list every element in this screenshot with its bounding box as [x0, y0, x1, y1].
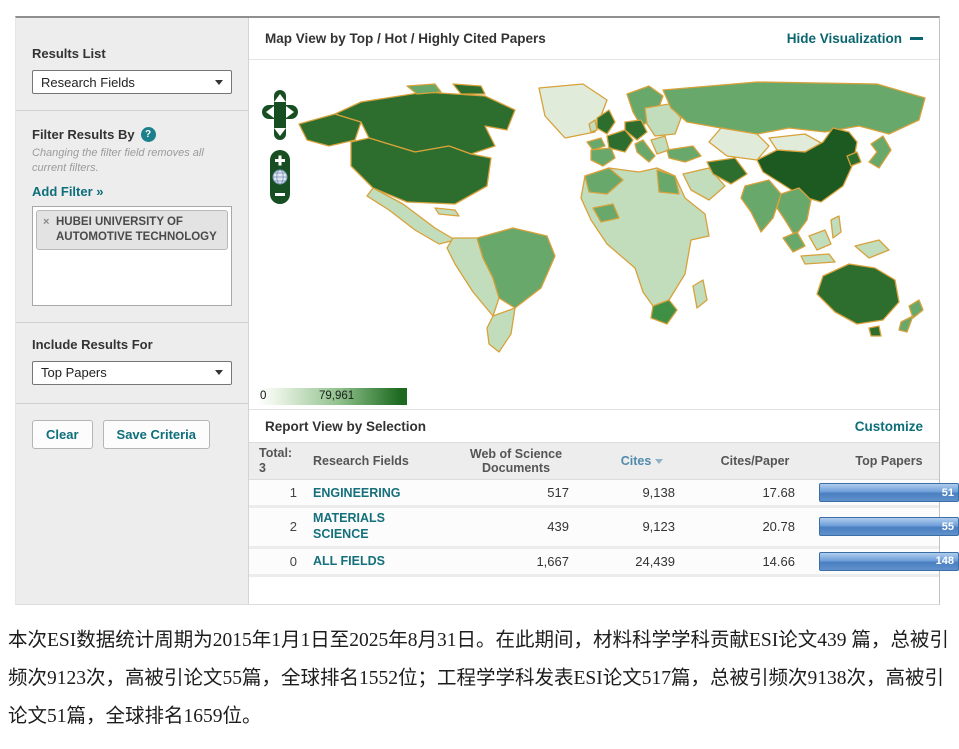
row-cites: 9,138: [593, 485, 691, 500]
filter-note: Changing the filter field removes all cu…: [32, 146, 232, 176]
top-papers-value: 148: [936, 555, 954, 567]
map-zoom-control[interactable]: [270, 150, 290, 204]
include-results-section: Include Results For Top Papers: [16, 323, 248, 404]
research-field-link[interactable]: ALL FIELDS: [313, 554, 385, 570]
row-rank: 1: [259, 485, 305, 500]
filter-tag-label: HUBEI UNIVERSITY OF AUTOMOTIVE TECHNOLOG…: [56, 216, 217, 243]
chevron-down-icon: [215, 370, 223, 375]
chevron-down-icon: [215, 80, 223, 85]
legend-min-value: 0: [260, 390, 266, 402]
row-docs: 1,667: [447, 554, 585, 569]
world-map[interactable]: [249, 60, 939, 388]
world-map-svg: [249, 60, 939, 388]
top-papers-value: 55: [942, 521, 954, 533]
row-docs: 439: [447, 519, 585, 534]
row-rank: 2: [259, 519, 305, 534]
cites-sort-button[interactable]: Cites: [593, 454, 691, 468]
customize-link[interactable]: Customize: [855, 419, 923, 434]
pan-arrows-icon[interactable]: [262, 90, 298, 140]
top-papers-bar: 148: [819, 552, 959, 571]
report-view-header: Report View by Selection Customize: [249, 409, 939, 442]
legend-max-value: 79,961: [319, 390, 354, 402]
column-header-research-fields: Research Fields: [313, 454, 439, 468]
row-cites-per-paper: 20.78: [699, 519, 811, 534]
main-content: Map View by Top / Hot / Highly Cited Pap…: [249, 18, 939, 604]
filter-section: Filter Results By ? Changing the filter …: [16, 111, 248, 323]
table-row: 0 ALL FIELDS 1,667 24,439 14.66 148: [249, 549, 939, 577]
column-header-wos-documents: Web of Science Documents: [447, 447, 585, 475]
summary-text: 本次ESI数据统计周期为2015年1月1日至2025年8月31日。在此期间，材料…: [8, 622, 956, 736]
active-filters-box: × HUBEI UNIVERSITY OF AUTOMOTIVE TECHNOL…: [32, 206, 232, 306]
help-icon[interactable]: ?: [141, 127, 156, 142]
sidebar: Results List Research Fields Filter Resu…: [16, 18, 249, 604]
filter-tag[interactable]: × HUBEI UNIVERSITY OF AUTOMOTIVE TECHNOL…: [36, 210, 228, 250]
research-field-link[interactable]: MATERIALS SCIENCE: [313, 511, 439, 542]
map-controls: [262, 90, 298, 204]
column-header-cites: Cites: [621, 454, 652, 468]
zoom-out-icon: [275, 193, 285, 196]
column-header-cites-per-paper: Cites/Paper: [699, 454, 811, 468]
hide-visualization-label: Hide Visualization: [787, 31, 902, 46]
results-list-selected-value: Research Fields: [41, 75, 135, 90]
legend-gradient-bar: 0 79,961: [257, 388, 407, 405]
esi-panel: Results List Research Fields Filter Resu…: [15, 16, 940, 605]
clear-button[interactable]: Clear: [32, 420, 93, 449]
map-legend: 0 79,961: [249, 388, 939, 409]
row-rank: 0: [259, 554, 305, 569]
hide-visualization-link[interactable]: Hide Visualization: [787, 31, 923, 46]
row-cites: 9,123: [593, 519, 691, 534]
top-papers-bar: 55: [819, 517, 959, 536]
map-view-title: Map View by Top / Hot / Highly Cited Pap…: [265, 31, 546, 46]
results-list-dropdown[interactable]: Research Fields: [32, 70, 232, 94]
include-results-dropdown[interactable]: Top Papers: [32, 361, 232, 385]
criteria-actions: Clear Save Criteria: [16, 404, 248, 465]
sort-desc-icon: [655, 459, 663, 464]
row-cites-per-paper: 14.66: [699, 554, 811, 569]
table-row: 2 MATERIALS SCIENCE 439 9,123 20.78 55: [249, 508, 939, 549]
remove-filter-icon[interactable]: ×: [43, 215, 49, 229]
include-results-label: Include Results For: [32, 337, 232, 352]
map-view-header: Map View by Top / Hot / Highly Cited Pap…: [249, 18, 939, 60]
results-list-section: Results List Research Fields: [16, 18, 248, 111]
table-row: 1 ENGINEERING 517 9,138 17.68 51: [249, 480, 939, 508]
table-header-row: Total: 3 Research Fields Web of Science …: [249, 442, 939, 480]
report-table: Total: 3 Research Fields Web of Science …: [249, 442, 939, 577]
results-list-label: Results List: [32, 46, 232, 61]
total-value: 3: [259, 461, 305, 476]
include-results-selected-value: Top Papers: [41, 365, 107, 380]
row-cites-per-paper: 17.68: [699, 485, 811, 500]
filter-results-by-label: Filter Results By: [32, 127, 135, 142]
total-header: Total: 3: [259, 446, 305, 476]
add-filter-link[interactable]: Add Filter »: [32, 184, 104, 199]
top-papers-value: 51: [942, 487, 954, 499]
column-header-top-papers: Top Papers: [819, 454, 959, 468]
total-label: Total:: [259, 446, 305, 461]
collapse-icon: [910, 37, 923, 40]
row-cites: 24,439: [593, 554, 691, 569]
save-criteria-button[interactable]: Save Criteria: [103, 420, 211, 449]
report-view-title: Report View by Selection: [265, 419, 426, 434]
top-papers-bar: 51: [819, 483, 959, 502]
research-field-link[interactable]: ENGINEERING: [313, 486, 401, 502]
globe-icon: [273, 170, 287, 184]
row-docs: 517: [447, 485, 585, 500]
